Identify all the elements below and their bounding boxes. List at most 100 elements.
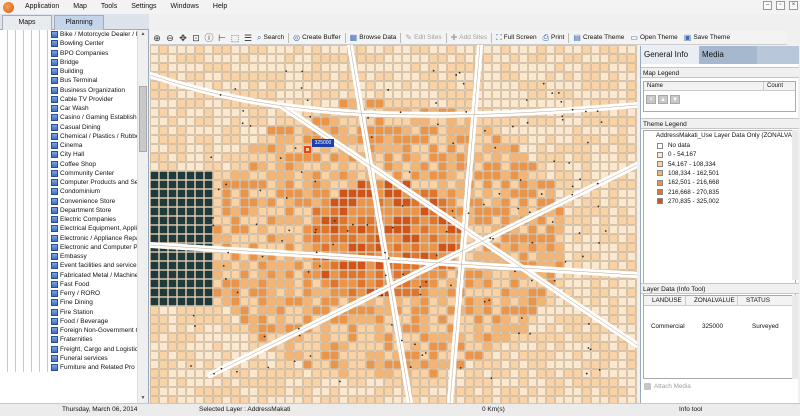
- tab-general-info[interactable]: General Info: [641, 46, 699, 64]
- tree-item[interactable]: Department Store: [0, 205, 138, 215]
- create-theme-button[interactable]: ▤ Create Theme: [570, 33, 627, 42]
- menu-windows[interactable]: Windows: [164, 0, 206, 14]
- tree-item[interactable]: Fabricated Metal / Machine: [0, 270, 138, 280]
- land-parcel: [546, 99, 555, 108]
- table-row[interactable]: Commercial 325000 Surveyed: [644, 322, 795, 332]
- menu-help[interactable]: Help: [206, 0, 234, 14]
- tree-item[interactable]: Car Wash: [0, 104, 138, 114]
- add-sites-button[interactable]: ✚ Add Sites: [448, 33, 491, 42]
- land-parcel: [204, 207, 213, 216]
- tree-item[interactable]: Funeral services: [0, 353, 138, 363]
- menu-settings[interactable]: Settings: [124, 0, 163, 14]
- tree-item[interactable]: Casino / Gaming Establishm: [0, 113, 138, 123]
- scroll-down-icon[interactable]: ▼: [139, 394, 147, 403]
- open-theme-button[interactable]: ▭ Open Theme: [627, 33, 680, 42]
- land-parcel: [402, 315, 411, 324]
- tab-media[interactable]: Media: [699, 46, 757, 64]
- tree-item-label: Chemical / Plastics / Rubbe: [60, 132, 138, 140]
- tree-item[interactable]: Event facilities and service: [0, 261, 138, 271]
- info-icon[interactable]: ⓘ: [203, 32, 215, 44]
- selected-parcel-marker[interactable]: [304, 146, 311, 153]
- print-button[interactable]: ⎙ Print: [540, 33, 568, 43]
- tree-item[interactable]: Fine Dining: [0, 298, 138, 308]
- land-parcel: [366, 207, 375, 216]
- tree-item[interactable]: Bike / Motorcycle Dealer / R: [0, 30, 138, 40]
- edit-sites-button[interactable]: ✎ Edit Sites: [402, 33, 444, 42]
- land-parcel: [474, 387, 483, 396]
- land-parcel: [204, 144, 213, 153]
- search-button[interactable]: ⌕ Search: [254, 33, 287, 43]
- col-status[interactable]: STATUS: [738, 296, 790, 305]
- layer-icon: [51, 345, 58, 353]
- land-parcel: [627, 387, 636, 396]
- create-buffer-button[interactable]: ◎ Create Buffer: [290, 33, 344, 42]
- land-parcel: [483, 198, 492, 207]
- zoom-extent-icon[interactable]: ⊡: [190, 32, 202, 44]
- select-icon[interactable]: ⬚: [229, 32, 241, 44]
- scroll-up-icon[interactable]: ▲: [139, 30, 147, 39]
- zoom-in-icon[interactable]: ⊕: [151, 32, 163, 44]
- tree-item[interactable]: Bridge: [0, 57, 138, 67]
- tree-item[interactable]: Embassy: [0, 252, 138, 262]
- tree-item[interactable]: Electronic / Appliance Repa: [0, 233, 138, 243]
- thematic-map[interactable]: [150, 45, 637, 403]
- tree-item[interactable]: Condominium: [0, 187, 138, 197]
- col-landuse[interactable]: LANDUSE: [644, 296, 686, 305]
- tree-item[interactable]: Building: [0, 67, 138, 77]
- menu-map[interactable]: Map: [66, 0, 94, 14]
- attach-media-button[interactable]: Attach Media: [644, 383, 691, 390]
- map-canvas[interactable]: 325000: [150, 45, 637, 403]
- tree-item[interactable]: Electric Companies: [0, 215, 138, 225]
- tree-item[interactable]: Community Center: [0, 168, 138, 178]
- tree-item[interactable]: Fire Station: [0, 307, 138, 317]
- tree-scrollbar[interactable]: ▲ ▼: [137, 30, 148, 403]
- tree-item[interactable]: Fast Food: [0, 279, 138, 289]
- tree-item[interactable]: Cinema: [0, 141, 138, 151]
- remove-layer-icon[interactable]: ×: [646, 95, 656, 104]
- tree-item[interactable]: Electronic and Computer P: [0, 242, 138, 252]
- pan-icon[interactable]: ✥: [177, 32, 189, 44]
- land-parcel: [330, 360, 339, 369]
- full-screen-button[interactable]: ⛶ Full Screen: [493, 33, 539, 43]
- tab-planning[interactable]: Planning: [54, 15, 104, 30]
- save-theme-button[interactable]: ▣ Save Theme: [681, 33, 733, 42]
- tree-item[interactable]: Coffee Shop: [0, 159, 138, 169]
- layers-icon[interactable]: ☰: [242, 32, 254, 44]
- layer-data-scrollbar[interactable]: [792, 295, 798, 379]
- browse-data-button[interactable]: ▦ Browse Data: [347, 33, 400, 42]
- close-icon[interactable]: ×: [789, 1, 798, 10]
- land-parcel: [591, 198, 600, 207]
- land-parcel: [321, 387, 330, 396]
- tree-item[interactable]: Electrical Equipment, Applia: [0, 224, 138, 234]
- tree-item[interactable]: Food / Beverage: [0, 316, 138, 326]
- tree-item[interactable]: Foreign Non-Government C: [0, 326, 138, 336]
- tree-item[interactable]: Ferry / RORO: [0, 289, 138, 299]
- move-down-icon[interactable]: ▼: [670, 95, 680, 104]
- col-name[interactable]: Name: [644, 82, 764, 90]
- scrollbar-thumb[interactable]: [139, 86, 147, 152]
- restore-icon[interactable]: ▫: [776, 1, 785, 10]
- tree-item[interactable]: Casual Dining: [0, 122, 138, 132]
- tree-item[interactable]: Computer Products and Se: [0, 178, 138, 188]
- theme-scrollbar[interactable]: [792, 130, 798, 280]
- menu-tools[interactable]: Tools: [94, 0, 124, 14]
- minimize-icon[interactable]: –: [763, 1, 772, 10]
- move-up-icon[interactable]: ▲: [658, 95, 668, 104]
- col-zonalvalue[interactable]: ZONALVALUE: [686, 296, 738, 305]
- tree-item[interactable]: Furniture and Related Pro: [0, 363, 138, 373]
- col-count[interactable]: Count: [764, 82, 783, 90]
- measure-icon[interactable]: ⊢: [216, 32, 228, 44]
- tab-maps[interactable]: Maps: [2, 15, 52, 30]
- zoom-out-icon[interactable]: ⊖: [164, 32, 176, 44]
- tree-item[interactable]: Convenience Store: [0, 196, 138, 206]
- tree-item[interactable]: Chemical / Plastics / Rubbe: [0, 131, 138, 141]
- tree-item[interactable]: Freight, Cargo and Logistic: [0, 344, 138, 354]
- tree-item[interactable]: BPO Companies: [0, 48, 138, 58]
- menu-application[interactable]: Application: [18, 0, 66, 14]
- tree-item[interactable]: Bus Terminal: [0, 76, 138, 86]
- tree-item[interactable]: Fraternities: [0, 335, 138, 345]
- tree-item[interactable]: City Hall: [0, 150, 138, 160]
- tree-item[interactable]: Cable TV Provider: [0, 94, 138, 104]
- tree-item[interactable]: Bowling Center: [0, 39, 138, 49]
- tree-item[interactable]: Business Organization: [0, 85, 138, 95]
